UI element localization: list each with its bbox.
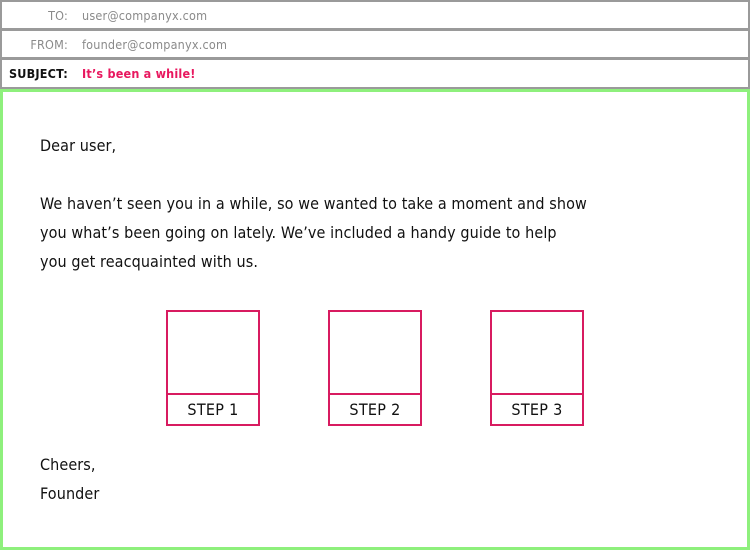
- from-label: FROM:: [30, 36, 68, 52]
- step-3-image-placeholder: [492, 312, 582, 395]
- subject-value[interactable]: It’s been a while!: [72, 66, 196, 81]
- paragraph-line: We haven’t seen you in a while, so we wa…: [40, 194, 587, 213]
- to-label: TO:: [48, 7, 68, 23]
- to-value[interactable]: user@companyx.com: [72, 8, 207, 23]
- step-2-image-placeholder: [330, 312, 420, 395]
- step-3-card[interactable]: STEP 3: [490, 310, 584, 426]
- step-1-label: STEP 1: [187, 400, 239, 419]
- step-2-label: STEP 2: [349, 400, 401, 419]
- step-1-card[interactable]: STEP 1: [166, 310, 260, 426]
- signature-text: Founder: [40, 484, 100, 503]
- step-3-label: STEP 3: [511, 400, 563, 419]
- signoff-block: Cheers, Founder: [40, 450, 99, 508]
- email-body[interactable]: Dear user, We haven’t seen you in a whil…: [0, 89, 750, 550]
- greeting-text: Dear user,: [40, 136, 117, 155]
- subject-field-row[interactable]: SUBJECT: It’s been a while!: [0, 58, 750, 89]
- step-2-card[interactable]: STEP 2: [328, 310, 422, 426]
- from-field-row[interactable]: FROM: founder@companyx.com: [0, 29, 750, 59]
- from-value[interactable]: founder@companyx.com: [72, 37, 227, 52]
- subject-label: SUBJECT:: [8, 66, 68, 81]
- signoff-text: Cheers,: [40, 455, 96, 474]
- paragraph-line: you get reacquainted with us.: [40, 252, 259, 271]
- step-1-image-placeholder: [168, 312, 258, 395]
- email-preview: TO: user@companyx.com FROM: founder@comp…: [0, 0, 750, 550]
- to-field-row[interactable]: TO: user@companyx.com: [0, 0, 750, 30]
- intro-paragraph: We haven’t seen you in a while, so we wa…: [40, 189, 640, 276]
- paragraph-line: you what’s been going on lately. We’ve i…: [40, 223, 557, 242]
